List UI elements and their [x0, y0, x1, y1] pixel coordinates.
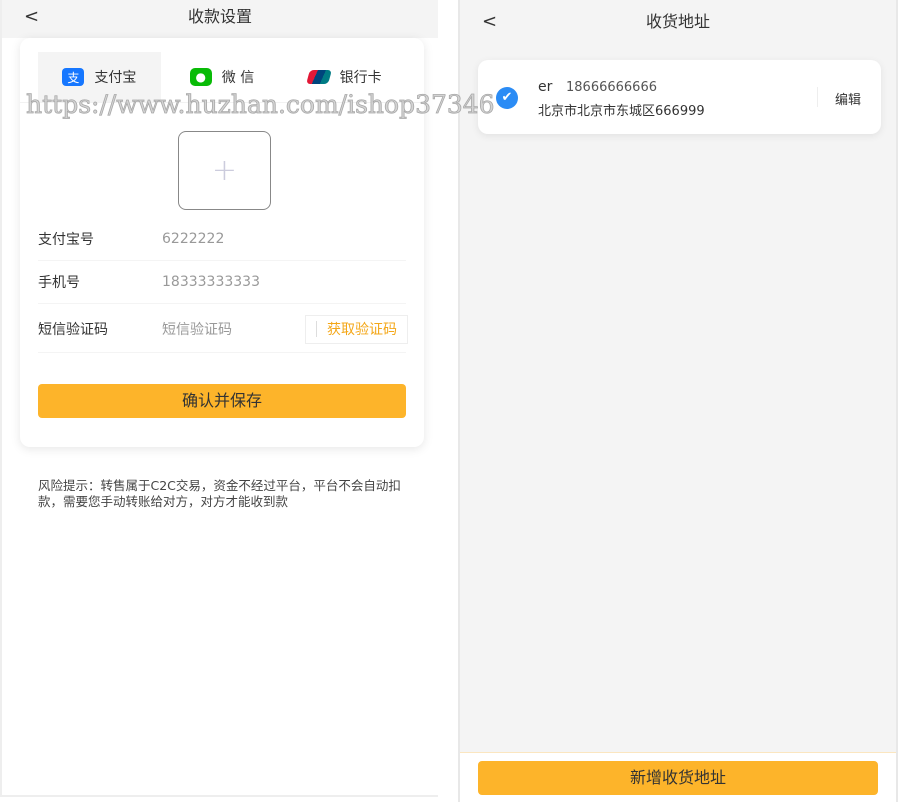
- edit-button[interactable]: 编辑: [835, 89, 861, 108]
- address-card[interactable]: ✔ er 18666666666 北京市北京市东城区666999 编辑: [478, 60, 881, 134]
- risk-tip: 风险提示：转售属于C2C交易，资金不经过平台，平台不会自动扣款，需要您手动转账给…: [38, 478, 401, 509]
- alipay-account-field[interactable]: 支付宝号 6222222: [38, 218, 406, 261]
- field-label: 手机号: [38, 275, 80, 291]
- phone-field[interactable]: 手机号 18333333333: [38, 261, 406, 304]
- get-code-button[interactable]: 获取验证码: [305, 314, 408, 344]
- payment-settings-screen: < 收款设置 支 支付宝 ● 微 信 银行卡 + 支付宝号 6222222 手机…: [0, 0, 438, 797]
- save-button[interactable]: 确认并保存: [38, 384, 406, 418]
- tab-bank-card[interactable]: 银行卡: [283, 52, 406, 102]
- wechat-icon: ●: [189, 68, 212, 86]
- tab-wechat[interactable]: ● 微 信: [161, 52, 284, 102]
- sms-code-field[interactable]: 短信验证码 短信验证码 获取验证码: [38, 306, 408, 353]
- field-input[interactable]: 6222222: [162, 231, 406, 247]
- field-label: 短信验证码: [38, 322, 108, 338]
- add-address-button[interactable]: 新增收货地址: [478, 761, 878, 795]
- page-title: 收货地址: [645, 12, 710, 31]
- plus-icon: +: [211, 153, 238, 188]
- sms-code-input[interactable]: 短信验证码: [162, 319, 305, 339]
- unionpay-icon: [305, 70, 332, 84]
- address-screen: < 收货地址 ✔ er 18666666666 北京市北京市东城区666999 …: [458, 0, 898, 802]
- field-input[interactable]: 18333333333: [162, 274, 406, 290]
- recipient-phone: 18666666666: [566, 80, 657, 95]
- header: < 收货地址: [460, 0, 896, 44]
- bottom-bar: 新增收货地址: [460, 752, 896, 802]
- alipay-icon: 支: [62, 68, 85, 86]
- back-button[interactable]: <: [482, 0, 497, 44]
- tab-alipay[interactable]: 支 支付宝: [38, 52, 161, 102]
- back-button[interactable]: <: [24, 0, 39, 34]
- tab-label: 支付宝: [94, 70, 137, 86]
- recipient-name: er: [538, 79, 553, 95]
- upload-qrcode-button[interactable]: +: [178, 131, 271, 210]
- tab-label: 微 信: [221, 70, 255, 86]
- divider: [817, 87, 818, 107]
- address-detail: 北京市北京市东城区666999: [538, 104, 705, 119]
- page-title: 收款设置: [187, 7, 252, 26]
- field-label: 支付宝号: [38, 232, 94, 248]
- tab-label: 银行卡: [339, 70, 382, 86]
- payment-tabs: 支 支付宝 ● 微 信 银行卡: [20, 38, 424, 103]
- header: < 收款设置: [2, 0, 438, 38]
- payment-card: 支 支付宝 ● 微 信 银行卡 + 支付宝号 6222222 手机号 18333…: [20, 38, 424, 447]
- check-icon[interactable]: ✔: [496, 87, 518, 109]
